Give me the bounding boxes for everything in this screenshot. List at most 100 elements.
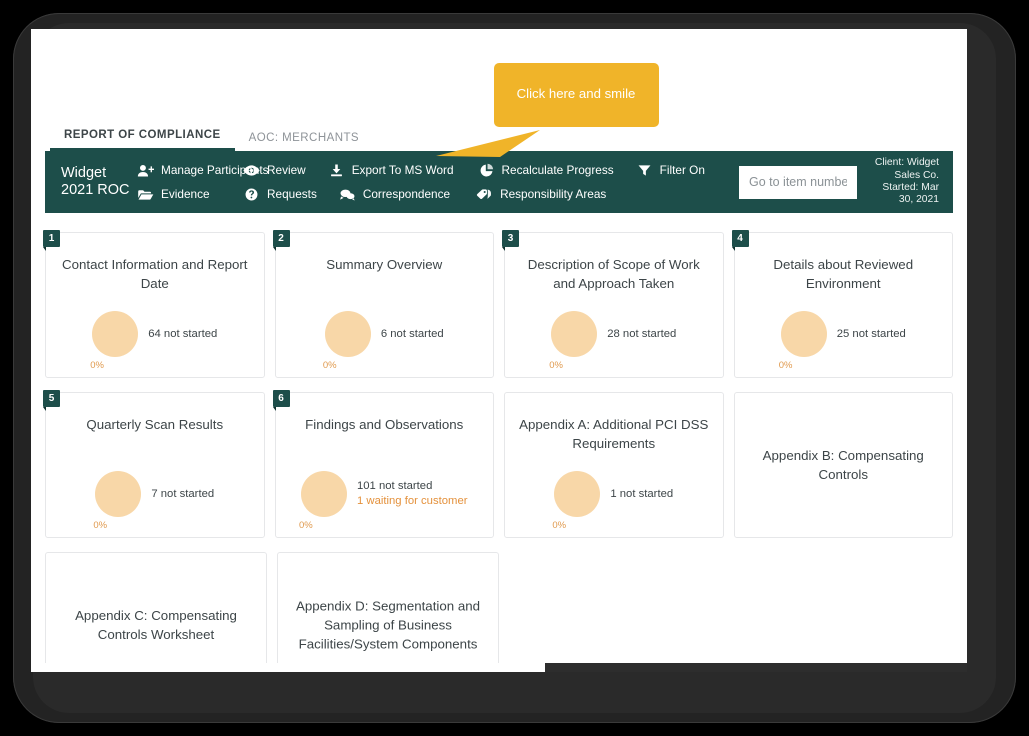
section-card-appendix-d[interactable]: Appendix D: Segmentation and Sampling of…	[277, 552, 499, 672]
progress-percent: 0%	[90, 360, 104, 371]
progress-percent: 0%	[322, 360, 337, 371]
brand-line-2: 2021 ROC	[61, 182, 130, 198]
card-title: Appendix D: Segmentation and Sampling of…	[295, 598, 481, 652]
user-plus-icon	[137, 163, 154, 178]
card-stats: 0% 1 not started	[505, 471, 723, 531]
card-stats: 0% 25 not started	[735, 311, 953, 371]
section-card-1[interactable]: 1 Contact Information and Report Date 0%…	[43, 230, 265, 378]
card-number-badge: 4	[731, 230, 749, 251]
progress-donut: 0%	[549, 311, 598, 371]
menu-label: Evidence	[161, 187, 210, 201]
toolbar-menu-row-1: Manage Participants Review Export To MS …	[137, 160, 739, 181]
tab-aoc-merchants[interactable]: AOC: MERCHANTS	[235, 132, 373, 151]
card-row: 1 Contact Information and Report Date 0%…	[43, 230, 953, 378]
menu-requests[interactable]: Requests	[243, 184, 317, 205]
horizontal-scrollbar[interactable]	[31, 663, 967, 672]
progress-percent: 0%	[93, 520, 108, 531]
goto-item-field[interactable]	[739, 165, 857, 199]
progress-percent: 0%	[552, 520, 567, 531]
section-card-board: 1 Contact Information and Report Date 0%…	[31, 213, 967, 672]
folder-icon	[137, 187, 154, 202]
card-status-lines: 7 not started	[151, 487, 214, 502]
chat-icon	[339, 187, 356, 202]
section-card-3[interactable]: 3 Description of Scope of Work and Appro…	[502, 230, 724, 378]
card-status-lines: 28 not started	[607, 327, 676, 342]
menu-responsibility-areas[interactable]: Responsibility Areas	[476, 184, 606, 205]
download-icon	[328, 163, 345, 178]
section-card-4[interactable]: 4 Details about Reviewed Environment 0% …	[731, 230, 953, 378]
tab-report-of-compliance[interactable]: REPORT OF COMPLIANCE	[50, 129, 235, 151]
brand-line-1: Widget	[61, 165, 107, 181]
menu-export-to-ms-word[interactable]: Export To MS Word	[328, 160, 454, 181]
menu-recalculate-progress[interactable]: Recalculate Progress	[478, 160, 614, 181]
card-number-badge: 1	[43, 230, 60, 251]
card-stats: 0% 28 not started	[505, 311, 723, 371]
callout-label[interactable]: Click here and smile	[494, 62, 658, 124]
card-title: Summary Overview	[326, 257, 443, 272]
card-title: Appendix A: Additional PCI DSS Requireme…	[519, 417, 709, 451]
scrollbar-thumb[interactable]	[545, 663, 967, 672]
goto-item-input[interactable]	[739, 165, 857, 199]
donut-ring	[780, 311, 827, 357]
menu-correspondence[interactable]: Correspondence	[339, 184, 450, 205]
donut-ring	[95, 471, 142, 517]
card-title: Contact Information and Report Date	[61, 257, 248, 291]
donut-ring	[92, 311, 139, 357]
progress-donut: 0%	[90, 311, 139, 371]
app-viewport: REPORT OF COMPLIANCE AOC: MERCHANTS Widg…	[31, 29, 967, 672]
progress-donut: 0%	[93, 471, 142, 531]
section-card-5[interactable]: 5 Quarterly Scan Results 0% 7 not starte…	[43, 390, 265, 538]
card-status-lines: 1 not started	[610, 487, 673, 502]
app-toolbar: Widget 2021 ROC Manage Participants Revi…	[45, 151, 953, 213]
report-brand: Widget 2021 ROC	[61, 165, 133, 199]
section-card-2[interactable]: 2 Summary Overview 0% 6 not started	[272, 230, 494, 378]
card-status-lines: 25 not started	[837, 327, 906, 342]
tag-icon	[476, 187, 493, 202]
status-waiting-for-customer: 1 waiting for customer	[356, 495, 468, 507]
card-number-badge: 3	[502, 230, 519, 251]
client-line-2: Sales Co.	[894, 169, 939, 181]
menu-label: Filter On	[659, 163, 705, 177]
section-card-6[interactable]: 6 Findings and Observations 0% 101 not s…	[272, 390, 494, 538]
card-stats: 0% 64 not started	[46, 311, 264, 371]
section-card-appendix-a[interactable]: Appendix A: Additional PCI DSS Requireme…	[504, 392, 724, 538]
progress-percent: 0%	[298, 520, 313, 531]
card-number-badge: 6	[272, 390, 290, 411]
donut-ring	[551, 311, 598, 357]
client-line-4: 30, 2021	[898, 194, 939, 206]
menu-evidence[interactable]: Evidence	[137, 184, 223, 205]
progress-donut: 0%	[323, 311, 371, 371]
card-title: Description of Scope of Work and Approac…	[527, 257, 700, 291]
donut-ring	[300, 471, 347, 517]
menu-label: Export To MS Word	[351, 163, 454, 177]
status-not-started: 1 not started	[610, 487, 674, 500]
status-not-started: 6 not started	[380, 327, 444, 340]
toolbar-menu: Manage Participants Review Export To MS …	[133, 160, 739, 205]
card-title: Quarterly Scan Results	[86, 417, 224, 432]
client-line-1: Client: Widget	[874, 157, 939, 169]
progress-percent: 0%	[549, 360, 563, 371]
client-info: Client: Widget Sales Co. Started: Mar 30…	[869, 157, 953, 207]
menu-label: Recalculate Progress	[501, 163, 614, 177]
card-status-lines: 101 not started 1 waiting for customer	[357, 479, 468, 509]
progress-donut: 0%	[552, 471, 601, 531]
donut-ring	[554, 471, 601, 517]
status-not-started: 64 not started	[148, 327, 218, 340]
screenshot-root: REPORT OF COMPLIANCE AOC: MERCHANTS Widg…	[0, 0, 1029, 736]
progress-percent: 0%	[778, 360, 793, 371]
status-not-started: 25 not started	[836, 327, 906, 340]
section-card-appendix-b[interactable]: Appendix B: Compensating Controls	[733, 392, 953, 538]
menu-filter-on[interactable]: Filter On	[636, 160, 705, 181]
toolbar-menu-row-2: Evidence Requests Correspondence Respons…	[137, 184, 739, 205]
client-line-3: Started: Mar	[882, 182, 939, 193]
status-not-started: 28 not started	[607, 327, 677, 340]
card-title: Appendix B: Compensating Controls	[762, 448, 924, 482]
progress-donut: 0%	[779, 311, 827, 371]
menu-manage-participants[interactable]: Manage Participants	[137, 160, 269, 181]
card-title: Findings and Observations	[305, 417, 464, 432]
status-not-started: 7 not started	[151, 487, 215, 500]
section-card-appendix-c[interactable]: Appendix C: Compensating Controls Worksh…	[45, 552, 267, 672]
menu-review[interactable]: Review	[243, 160, 306, 181]
card-row: Appendix C: Compensating Controls Worksh…	[45, 552, 953, 672]
menu-label: Responsibility Areas	[500, 187, 607, 201]
